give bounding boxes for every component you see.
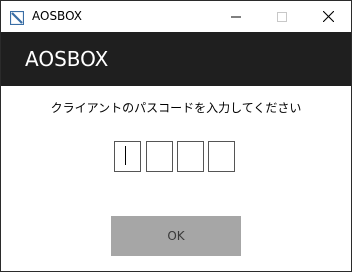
app-header: AOSBOX (1, 32, 351, 86)
minimize-button[interactable] (213, 1, 259, 32)
passcode-digit-1[interactable] (114, 141, 141, 172)
passcode-digit-3[interactable] (177, 141, 204, 172)
app-logo-icon (9, 10, 25, 26)
ok-button[interactable]: OK (111, 216, 241, 256)
header-title: AOSBOX (25, 47, 109, 71)
maximize-icon (277, 7, 287, 26)
passcode-prompt: クライアントのパスコードを入力してください (50, 101, 302, 115)
passcode-digit-4[interactable] (208, 141, 235, 172)
close-button[interactable] (305, 1, 351, 32)
aosbox-window: AOSBOX AOSBOX クライアントのパスコードを入力してください OK (0, 0, 352, 272)
title-bar[interactable]: AOSBOX (1, 1, 351, 32)
passcode-digit-2[interactable] (146, 141, 173, 172)
minimize-icon (231, 7, 241, 26)
maximize-button[interactable] (259, 1, 305, 32)
close-icon (322, 7, 334, 26)
window-title: AOSBOX (32, 9, 82, 23)
text-caret (125, 146, 126, 165)
